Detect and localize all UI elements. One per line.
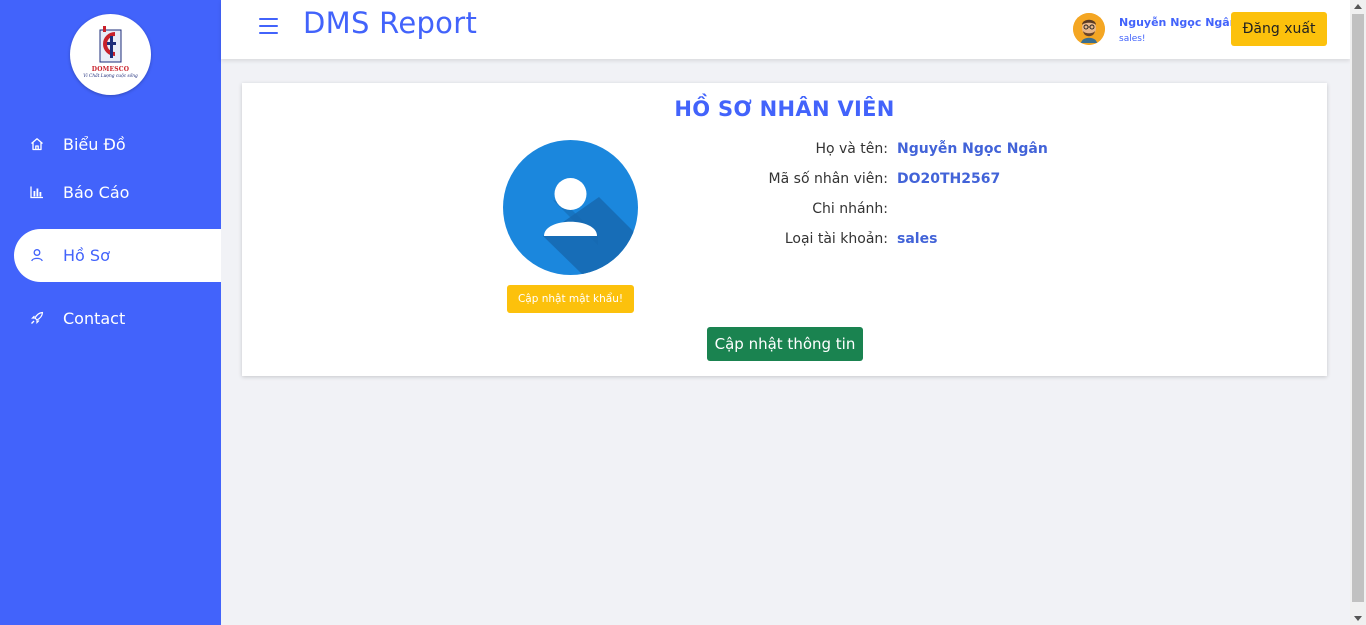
user-name: Nguyễn Ngọc Ngân bbox=[1119, 16, 1238, 29]
sidebar-item-label: Contact bbox=[63, 308, 126, 328]
page-scrollbar[interactable] bbox=[1350, 0, 1366, 625]
update-info-button[interactable]: Cập nhật thông tin bbox=[707, 327, 863, 361]
user-avatar[interactable] bbox=[1073, 13, 1105, 45]
user-icon bbox=[31, 249, 43, 262]
profile-avatar-icon bbox=[503, 140, 638, 275]
scroll-up-arrow-icon[interactable] bbox=[1354, 4, 1362, 9]
sidebar-item-label: Hồ Sơ bbox=[63, 246, 110, 265]
user-role: sales! bbox=[1119, 34, 1146, 44]
field-value-employee-id: DO20TH2567 bbox=[897, 171, 1001, 187]
field-value-account-type: sales bbox=[897, 231, 938, 247]
field-label-account-type: Loại tài khoản: bbox=[784, 231, 888, 247]
sidebar-item-reports[interactable]: Báo Cáo bbox=[14, 168, 221, 216]
field-label-branch: Chi nhánh: bbox=[812, 201, 888, 217]
profile-title: HỒ SƠ NHÂN VIÊN bbox=[674, 97, 895, 121]
logo-slogan-text: Vì Chất Lượng cuộc sống bbox=[83, 74, 138, 79]
scroll-down-arrow-icon[interactable] bbox=[1354, 616, 1362, 621]
domesco-logo-mark-icon bbox=[99, 26, 122, 63]
rocket-icon bbox=[31, 311, 44, 324]
menu-toggle-icon[interactable] bbox=[259, 18, 278, 34]
change-password-button[interactable]: Cập nhật mật khẩu! bbox=[507, 285, 634, 313]
bar-chart-icon bbox=[30, 186, 43, 199]
logo-brand-text: DOMESCO bbox=[91, 66, 130, 73]
sidebar-item-charts[interactable]: Biểu Đồ bbox=[14, 120, 221, 168]
app-title: DMS Report bbox=[303, 6, 478, 40]
logout-button[interactable]: Đăng xuất bbox=[1231, 12, 1327, 46]
field-value-fullname: Nguyễn Ngọc Ngân bbox=[897, 141, 1048, 157]
field-label-fullname: Họ và tên: bbox=[815, 141, 888, 157]
sidebar-item-contact[interactable]: Contact bbox=[14, 294, 221, 342]
domesco-logo[interactable]: DOMESCO Vì Chất Lượng cuộc sống bbox=[70, 14, 151, 95]
profile-card: HỒ SƠ NHÂN VIÊN Cập nhật mật khẩu! Họ và… bbox=[242, 83, 1327, 376]
sidebar-item-profile[interactable]: Hồ Sơ bbox=[14, 229, 221, 282]
sidebar-item-label: Biểu Đồ bbox=[63, 134, 126, 154]
field-label-employee-id: Mã số nhân viên: bbox=[768, 171, 888, 187]
scrollbar-thumb[interactable] bbox=[1352, 14, 1364, 602]
top-bar: DMS Report Nguyễn Ngọc Ngân sales! Đăng … bbox=[221, 0, 1350, 59]
home-icon bbox=[31, 138, 43, 151]
avatar-face-icon bbox=[1073, 13, 1105, 45]
sidebar-item-label: Báo Cáo bbox=[63, 182, 130, 202]
sidebar: DOMESCO Vì Chất Lượng cuộc sống Biểu Đồ … bbox=[0, 0, 221, 625]
